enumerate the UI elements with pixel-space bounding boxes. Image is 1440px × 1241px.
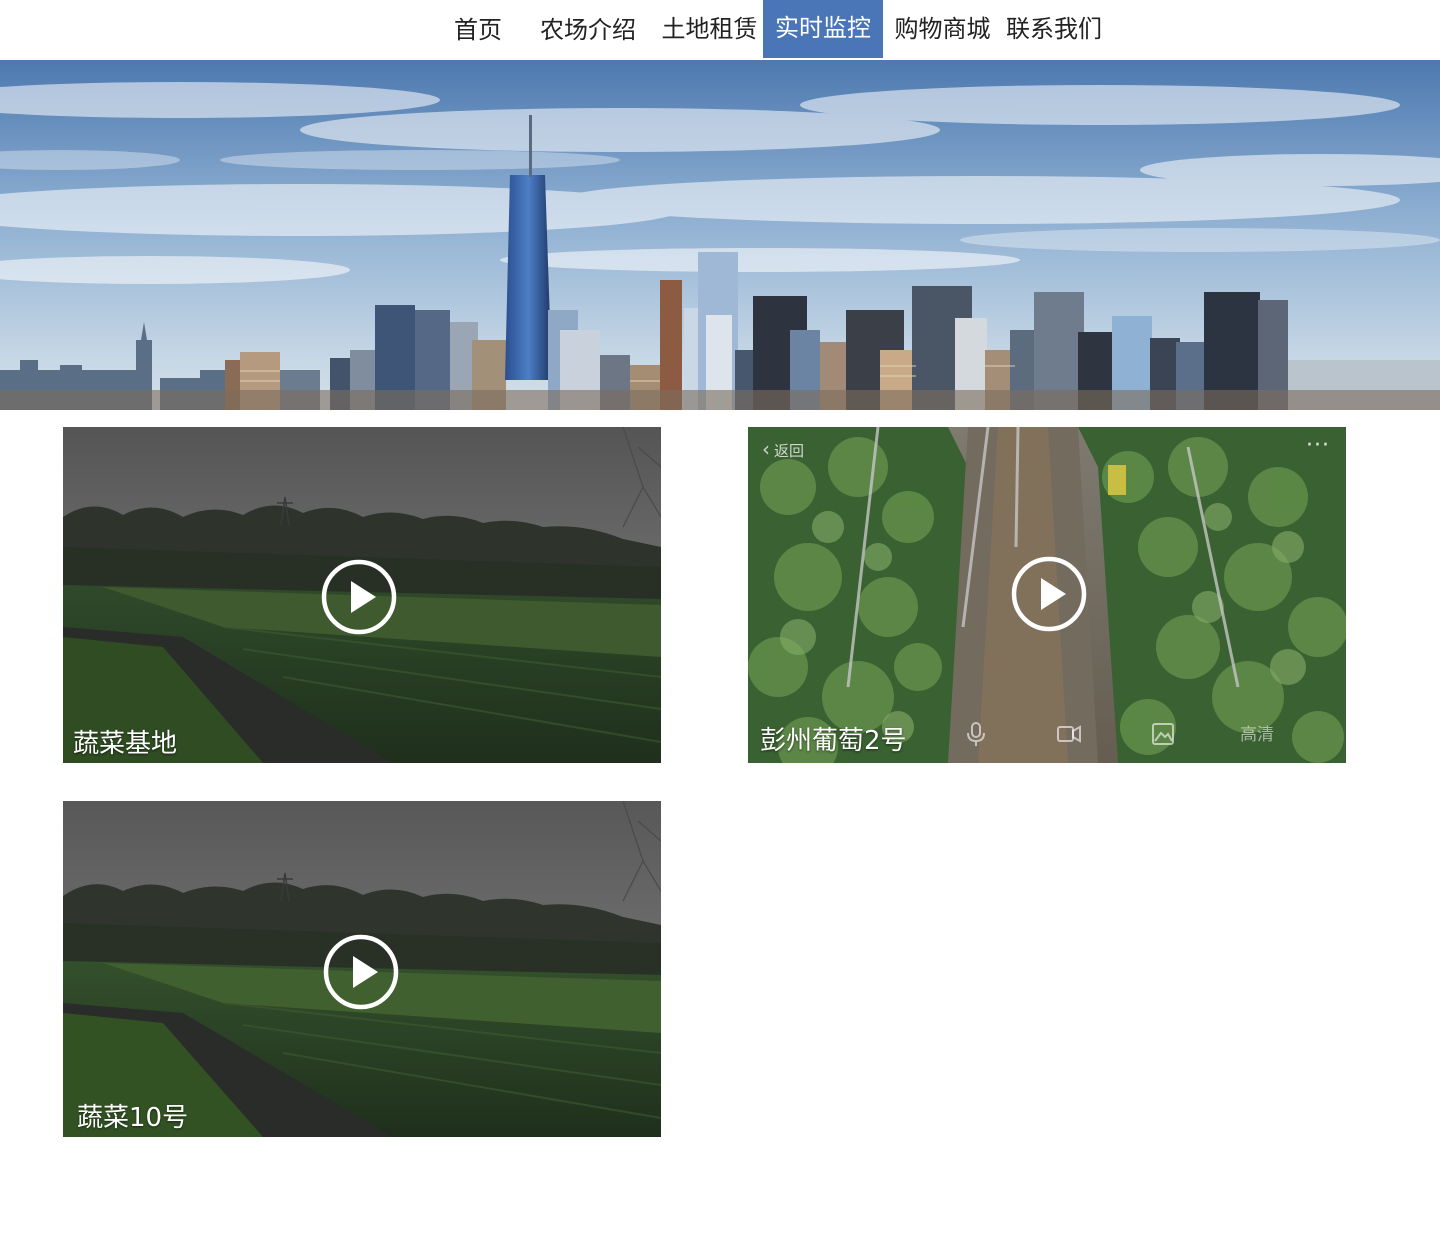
play-icon[interactable] — [1011, 556, 1087, 632]
back-label: 返回 — [774, 442, 805, 460]
hero-banner — [0, 60, 1440, 410]
play-icon[interactable] — [323, 934, 399, 1010]
quality-toggle[interactable]: 高清 — [1240, 720, 1274, 745]
nav-item-home[interactable]: 首页 — [444, 0, 512, 58]
microphone-icon[interactable] — [963, 721, 989, 747]
nav-item-farm-intro[interactable]: 农场介绍 — [530, 0, 646, 58]
camera-title: 蔬菜基地 — [73, 729, 178, 759]
camera-title: 彭州葡萄2号 — [760, 726, 907, 756]
play-icon[interactable] — [321, 559, 397, 635]
nav-item-live-monitor[interactable]: 实时监控 — [763, 0, 883, 58]
camera-title: 蔬菜10号 — [77, 1103, 189, 1133]
more-options-icon[interactable]: ··· — [1306, 433, 1330, 458]
camera-card-pengzhou-grape-2[interactable]: ‹ 返回 ··· 高清 彭州葡萄2号 — [748, 427, 1346, 763]
screenshot-icon[interactable] — [1150, 721, 1176, 747]
city-skyline-image — [0, 60, 1440, 410]
nav-item-land-rental[interactable]: 土地租赁 — [656, 0, 763, 58]
camera-card-vegetable-base[interactable]: 蔬菜基地 — [63, 427, 661, 763]
back-button[interactable]: ‹ 返回 — [762, 437, 804, 461]
record-video-icon[interactable] — [1056, 721, 1082, 747]
camera-card-vegetable-10[interactable]: 蔬菜10号 — [63, 801, 661, 1137]
chevron-left-icon: ‹ — [762, 437, 770, 461]
nav-item-contact[interactable]: 联系我们 — [1002, 0, 1106, 58]
top-nav: 首页 农场介绍 土地租赁 实时监控 购物商城 联系我们 — [0, 0, 1440, 60]
nav-item-shop[interactable]: 购物商城 — [889, 0, 996, 58]
